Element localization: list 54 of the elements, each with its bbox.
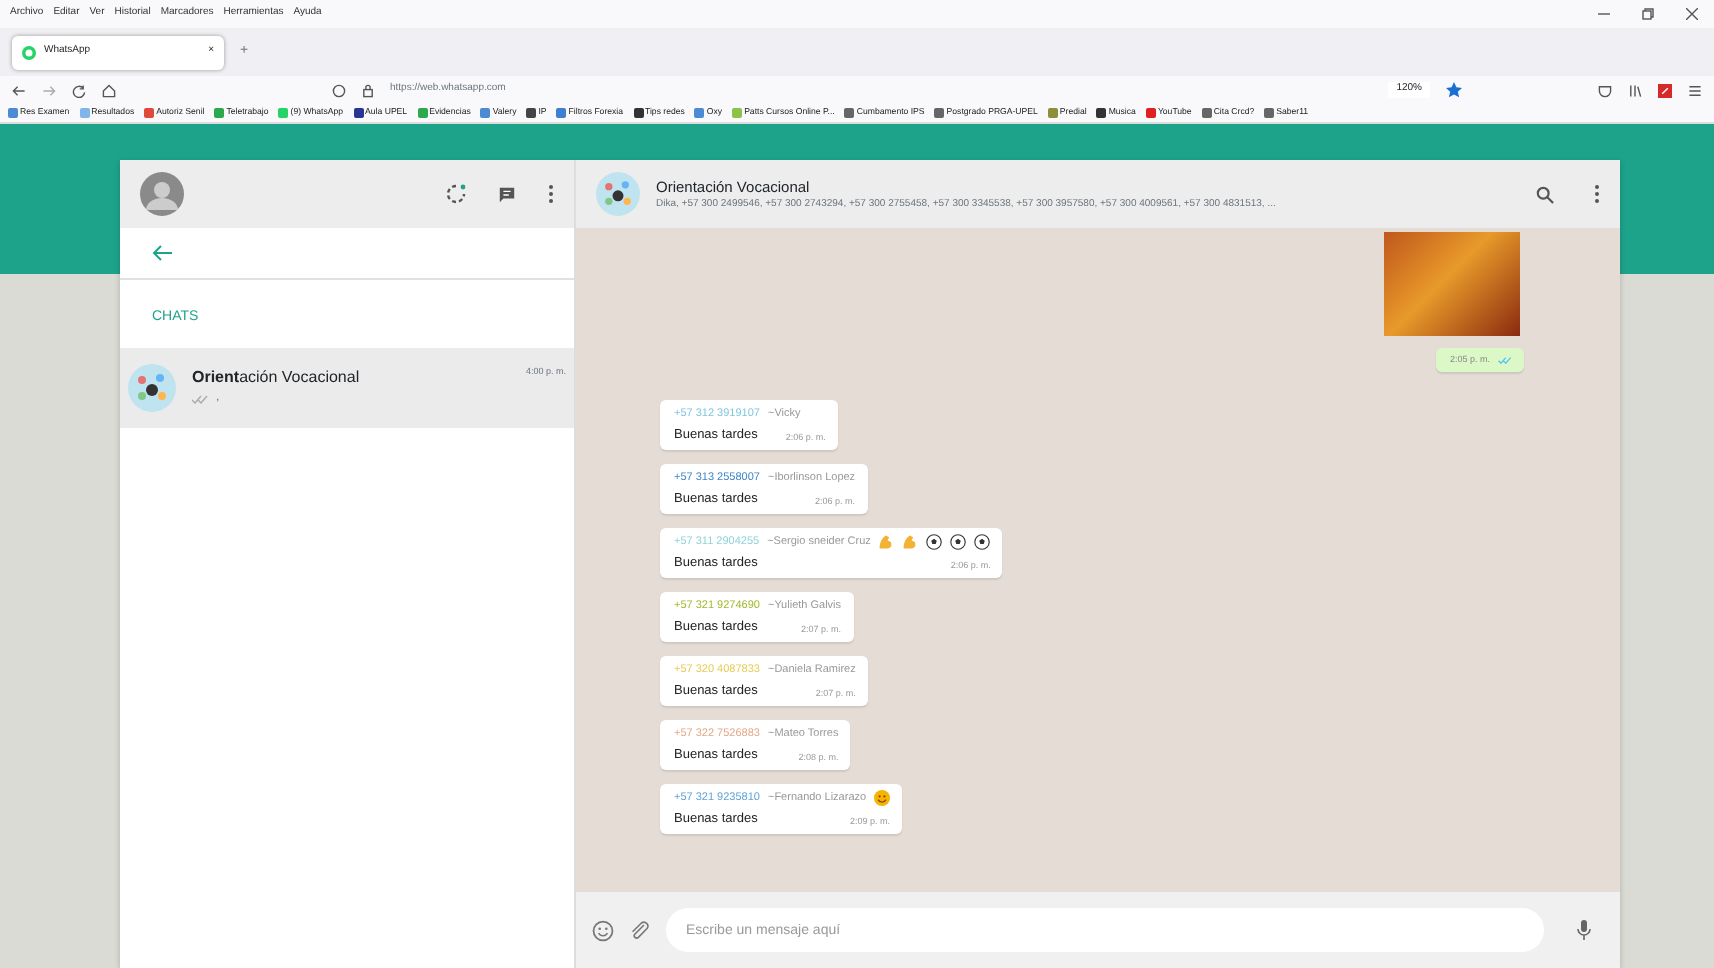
reload-icon[interactable] bbox=[72, 83, 86, 97]
menu-icon[interactable] bbox=[1688, 83, 1702, 97]
group-avatar bbox=[128, 363, 176, 411]
status-icon[interactable] bbox=[446, 184, 466, 204]
star-icon[interactable] bbox=[1446, 82, 1462, 98]
bookmark-icon bbox=[732, 108, 743, 118]
back-icon[interactable] bbox=[12, 83, 26, 97]
smiley-icon bbox=[874, 789, 891, 806]
bookmark-icon bbox=[1047, 108, 1058, 118]
double-check-icon bbox=[1498, 356, 1512, 365]
bookmark-icon bbox=[353, 108, 364, 118]
library-icon[interactable] bbox=[1628, 83, 1642, 97]
menu-icon[interactable] bbox=[548, 184, 554, 204]
microphone-icon[interactable] bbox=[1576, 919, 1592, 941]
menu-icon[interactable] bbox=[1594, 184, 1600, 204]
restore-icon[interactable] bbox=[1642, 8, 1654, 20]
soccer-ball-icon bbox=[926, 533, 943, 550]
whatsapp-logo-icon bbox=[22, 45, 36, 59]
profile-avatar[interactable] bbox=[140, 172, 184, 216]
bookmark-icon bbox=[8, 108, 18, 118]
paperclip-icon[interactable] bbox=[630, 919, 650, 941]
emoji-icon[interactable] bbox=[592, 919, 614, 941]
bookmark-icon bbox=[480, 108, 491, 118]
extension-icon[interactable] bbox=[1658, 83, 1672, 97]
bookmark-icon bbox=[633, 108, 644, 118]
bookmark-icon bbox=[1264, 108, 1275, 118]
shield-icon bbox=[332, 83, 346, 97]
bookmark-icon bbox=[1145, 108, 1156, 118]
bookmark-icon bbox=[278, 108, 289, 118]
lock-icon bbox=[362, 83, 374, 97]
bookmark-icon bbox=[556, 108, 567, 118]
back-arrow-icon[interactable] bbox=[152, 244, 172, 262]
chat-icon[interactable] bbox=[498, 185, 516, 203]
double-check-icon bbox=[192, 394, 208, 404]
home-icon[interactable] bbox=[102, 83, 116, 97]
bookmark-icon bbox=[694, 108, 705, 118]
photo-placeholder bbox=[1384, 232, 1520, 336]
bookmark-icon bbox=[417, 108, 428, 118]
bookmark-icon bbox=[144, 108, 155, 118]
chat-name: Orientación Vocacional bbox=[192, 366, 360, 390]
bookmark-icon bbox=[526, 108, 537, 118]
soccer-ball-icon bbox=[974, 533, 991, 550]
close-icon[interactable] bbox=[1686, 8, 1698, 20]
bookmark-icon bbox=[79, 108, 90, 118]
bookmark-icon bbox=[934, 108, 945, 118]
bookmark-icon bbox=[214, 108, 225, 118]
bookmark-icon bbox=[844, 108, 855, 118]
bookmark-icon bbox=[1096, 108, 1107, 118]
soccer-ball-icon bbox=[950, 533, 967, 550]
group-avatar[interactable] bbox=[596, 172, 640, 216]
search-icon[interactable] bbox=[1536, 185, 1554, 203]
minimize-icon[interactable] bbox=[1598, 8, 1610, 20]
bookmark-icon bbox=[1201, 108, 1212, 118]
pocket-icon[interactable] bbox=[1598, 83, 1612, 97]
